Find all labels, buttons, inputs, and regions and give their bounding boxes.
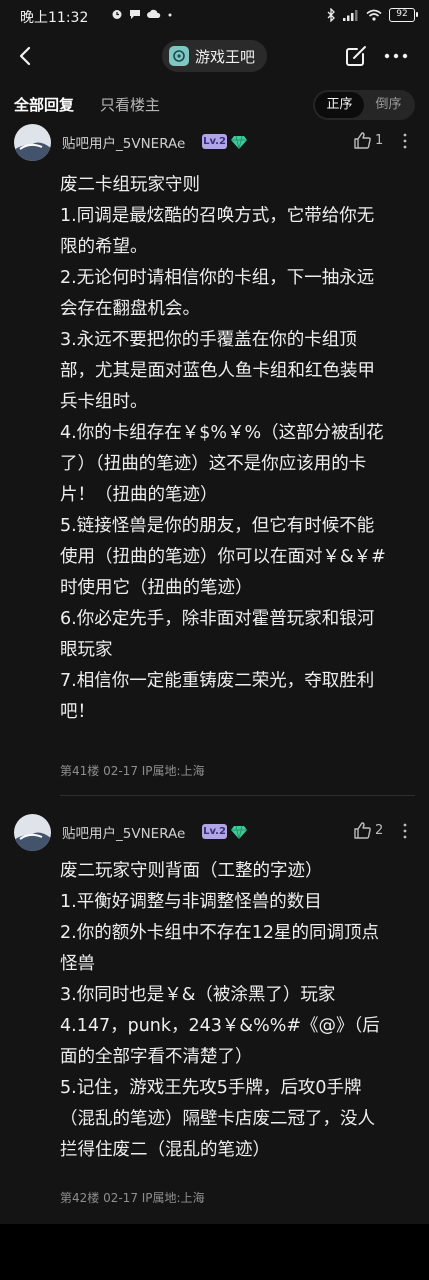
reply-tab-bar: 全部回复 只看楼主 正序 倒序 (0, 78, 429, 124)
username[interactable]: 贴吧用户_5VNERAe (62, 822, 185, 842)
reply-list: 贴吧用户_5VNERAe Lv.2 1 废二卡组玩家守则 1.同调是最炫酷的召唤… (0, 124, 429, 1224)
reply-line: 2.你的额外卡组中不存在12星的同调顶点怪兽 (60, 923, 379, 974)
reply-line: 5.链接怪兽是你的朋友，但它有时候不能使用（扭曲的笔迹）你可以在面对￥&￥#时使… (60, 516, 386, 598)
gem-icon (231, 825, 247, 839)
reply-line: 1.平衡好调整与非调整怪兽的数目 (60, 892, 322, 912)
username[interactable]: 贴吧用户_5VNERAe (62, 132, 185, 152)
status-bar: 晚上11:32 92 (0, 0, 429, 34)
cellular-signal-icon (343, 10, 358, 21)
battery-icon: 92 (389, 8, 418, 22)
reply-line: 6.你必定先手，除非面对霍普玩家和银河眼玩家 (60, 609, 375, 660)
cloud-icon (147, 9, 161, 18)
status-right-icons: 92 (327, 8, 418, 22)
bluetooth-icon (327, 8, 335, 22)
dot-icon (168, 13, 172, 17)
thumbs-up-icon[interactable] (353, 131, 372, 150)
reply-line: 3.永远不要把你的手覆盖在你的卡组顶部，尤其是面对蓝色人鱼卡组和红色装甲兵卡组时… (60, 330, 375, 412)
order-asc-button[interactable]: 正序 (315, 92, 364, 118)
more-vertical-icon[interactable] (402, 133, 408, 149)
avatar[interactable] (14, 124, 51, 161)
avatar[interactable] (14, 814, 51, 851)
chat-bubble-icon (130, 10, 140, 19)
reply-line: 废二卡组玩家守则 (60, 175, 200, 195)
reply-line: 7.相信你一定能重铸废二荣光，夺取胜利吧！ (60, 671, 375, 722)
status-left-icons (111, 8, 173, 20)
back-chevron-icon[interactable] (12, 42, 40, 70)
tab-all-replies[interactable]: 全部回复 (14, 94, 74, 115)
wifi-icon (366, 9, 382, 21)
more-horizontal-icon[interactable] (382, 44, 410, 68)
reply-line: 4.你的卡组存在￥$%￥%（这部分被刮花了）（扭曲的笔迹）这不是你应该用的卡片！… (60, 423, 384, 505)
reply-body: 废二卡组玩家守则 1.同调是最炫酷的召唤方式，它带给你无限的希望。 2.无论何时… (60, 170, 390, 728)
share-icon[interactable] (343, 43, 369, 69)
level-badge: Lv.2 (202, 134, 227, 149)
thumbs-up-icon[interactable] (353, 821, 372, 840)
tab-only-op[interactable]: 只看楼主 (100, 94, 160, 115)
more-vertical-icon[interactable] (402, 823, 408, 839)
forum-logo-icon (169, 46, 189, 66)
order-desc-button[interactable]: 倒序 (364, 92, 413, 118)
top-nav-bar: 游戏王吧 (0, 34, 429, 78)
reply-line: 4.147，punk，243￥&%%#《@》（后面的全部字看不清楚了） (60, 1016, 380, 1067)
reply-meta: 第41楼 02-17 IP属地:上海 (60, 764, 205, 778)
alarm-icon (112, 10, 122, 19)
reply-meta: 第42楼 02-17 IP属地:上海 (60, 1191, 205, 1205)
order-toggle: 正序 倒序 (313, 90, 415, 120)
reply-line: 3.你同时也是￥&（被涂黑了）玩家 (60, 985, 336, 1005)
reply-line: 废二玩家守则背面（工整的字迹） (60, 861, 323, 881)
like-count: 2 (375, 823, 384, 838)
reply-line: 2.无论何时请相信你的卡组，下一抽永远会存在翻盘机会。 (60, 268, 375, 319)
reply-body: 废二玩家守则背面（工整的字迹） 1.平衡好调整与非调整怪兽的数目 2.你的额外卡… (60, 856, 390, 1166)
reply-line: 5.记住，游戏王先攻5手牌，后攻0手牌（混乱的笔迹）隔壁卡店废二冠了，没人拦得住… (60, 1078, 375, 1160)
forum-name: 游戏王吧 (195, 47, 256, 66)
forum-chip[interactable]: 游戏王吧 (162, 40, 267, 72)
status-time: 晚上11:32 (20, 10, 89, 26)
like-count: 1 (375, 133, 384, 148)
level-badge: Lv.2 (202, 824, 227, 839)
reply-line: 1.同调是最炫酷的召唤方式，它带给你无限的希望。 (60, 206, 375, 257)
divider (60, 795, 415, 796)
gem-icon (231, 135, 247, 149)
